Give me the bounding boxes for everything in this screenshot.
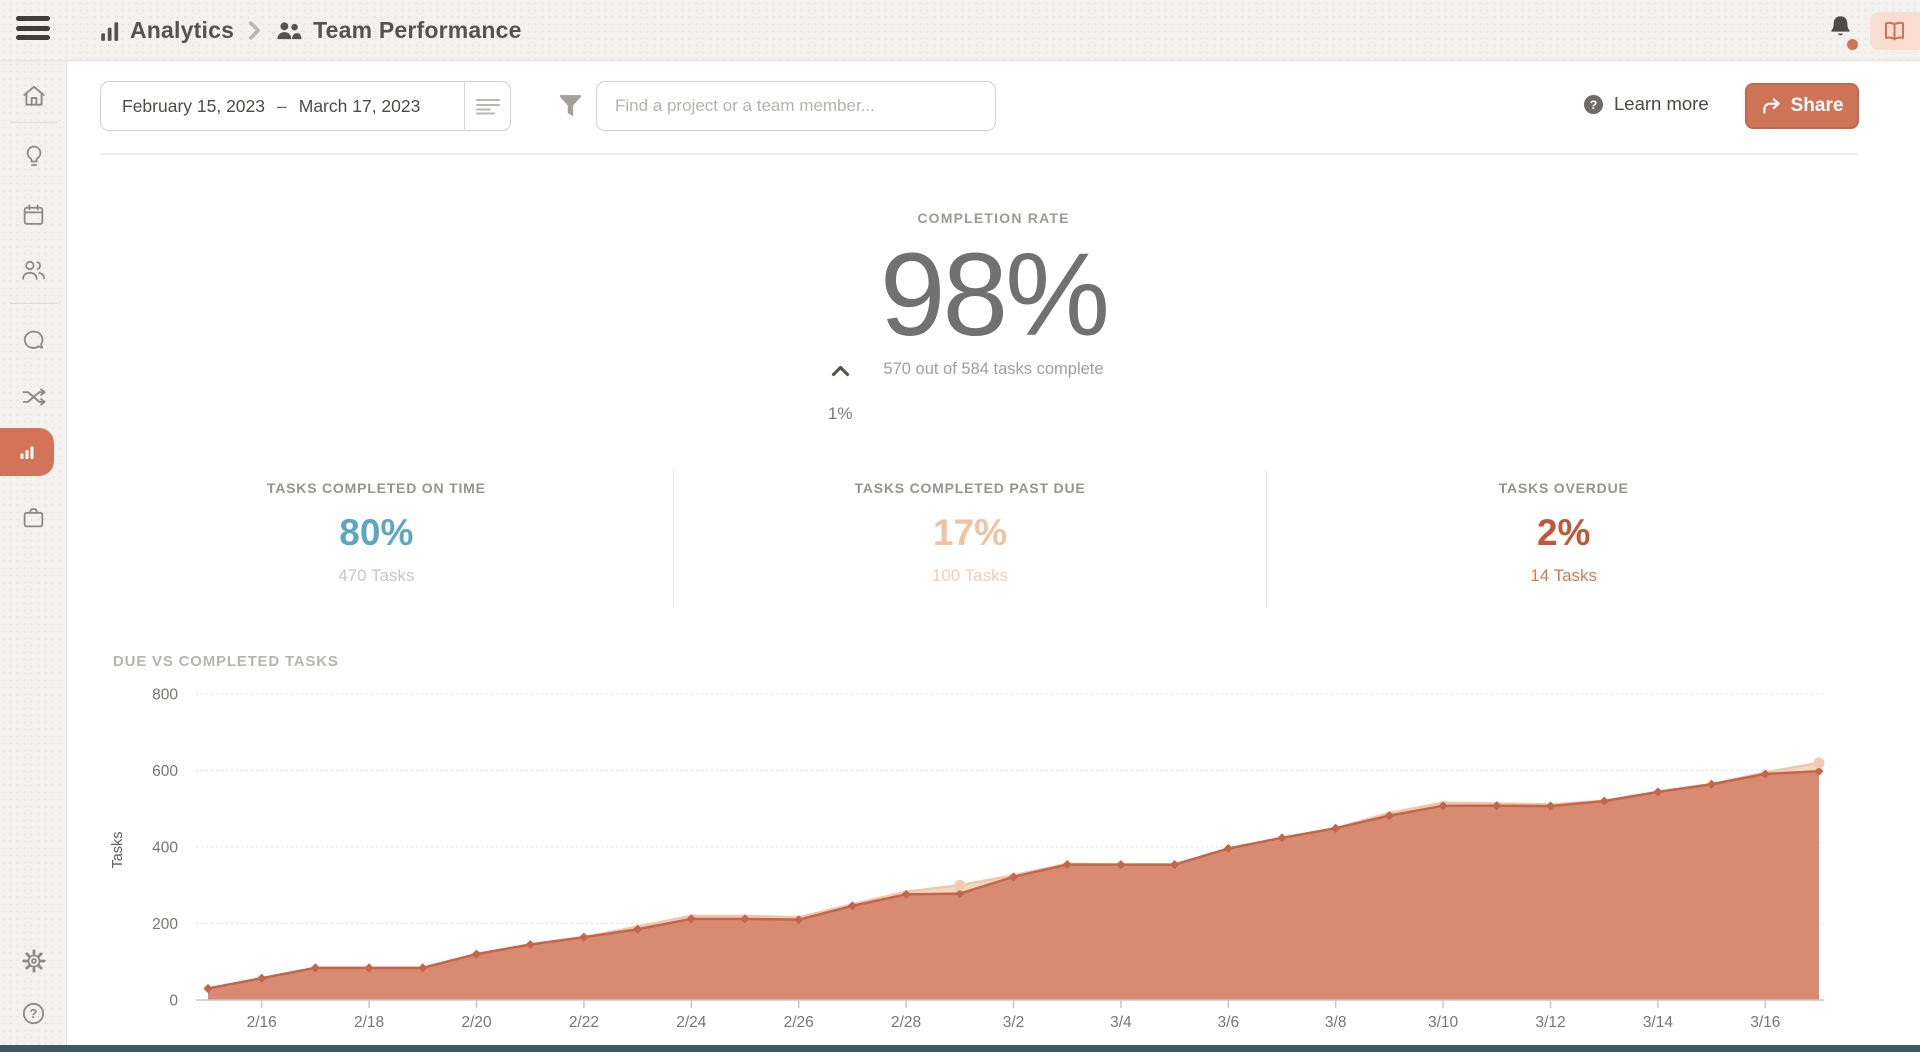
- svg-text:2/28: 2/28: [891, 1014, 921, 1031]
- sidebar-item-projects[interactable]: [0, 497, 67, 537]
- users-icon: [20, 258, 47, 282]
- completion-rate-value: 1% 98%: [880, 234, 1107, 358]
- svg-text:?: ?: [30, 1006, 38, 1021]
- learn-more-label: Learn more: [1614, 93, 1709, 115]
- search-field: [596, 81, 996, 131]
- open-book-icon: [1881, 18, 1908, 44]
- sidebar-item-help[interactable]: ?: [0, 993, 67, 1033]
- breadcrumb-page: Team Performance: [313, 17, 522, 44]
- share-icon: [1761, 97, 1782, 116]
- lightbulb-icon: [22, 144, 46, 170]
- svg-text:2/24: 2/24: [676, 1014, 707, 1031]
- breadcrumb: Analytics Team Performance: [100, 0, 522, 61]
- analytics-icon: [15, 440, 39, 464]
- svg-text:2/22: 2/22: [569, 1014, 599, 1031]
- chevron-up-icon: [831, 337, 850, 377]
- hamburger-menu-icon[interactable]: [16, 16, 50, 44]
- svg-text:200: 200: [152, 916, 178, 933]
- svg-text:2/18: 2/18: [354, 1014, 384, 1031]
- bar-chart-icon: [100, 20, 120, 42]
- notifications-button[interactable]: [1827, 14, 1854, 48]
- date-range-end: March 17, 2023: [299, 96, 421, 117]
- date-range-dash: –: [265, 96, 299, 117]
- question-circle-icon: ?: [1583, 94, 1604, 115]
- svg-text:3/14: 3/14: [1643, 1014, 1674, 1031]
- team-icon: [275, 20, 303, 42]
- svg-text:2/20: 2/20: [461, 1014, 492, 1031]
- breadcrumb-section[interactable]: Analytics: [130, 17, 234, 44]
- sidebar-item-messages[interactable]: [0, 320, 67, 360]
- tasks-chart-svg[interactable]: 0 200 400 600 800 2/16 2/18 2/20 2/22 2/24 2/26 2/2…: [100, 668, 1860, 1052]
- completion-rate-title: COMPLETION RATE: [67, 210, 1920, 226]
- share-label: Share: [1791, 95, 1844, 117]
- chat-bubble-icon: [21, 328, 46, 353]
- svg-text:3/10: 3/10: [1428, 1014, 1459, 1031]
- date-range-picker[interactable]: February 15, 2023 – March 17, 2023: [100, 81, 511, 131]
- sidebar-item-settings[interactable]: [0, 941, 67, 981]
- svg-text:3/8: 3/8: [1325, 1014, 1347, 1031]
- svg-text:0: 0: [169, 993, 178, 1010]
- svg-text:Tasks: Tasks: [110, 831, 126, 868]
- stat-completed-on-time: TASKS COMPLETED ON TIME 80% 470 Tasks: [80, 470, 673, 608]
- share-button[interactable]: Share: [1745, 83, 1859, 129]
- svg-text:2/16: 2/16: [247, 1014, 277, 1031]
- sidebar-divider: [10, 122, 57, 123]
- guide-button[interactable]: [1870, 12, 1920, 50]
- date-range-start: February 15, 2023: [101, 96, 265, 117]
- stats-row: TASKS COMPLETED ON TIME 80% 470 Tasks TA…: [80, 470, 1860, 608]
- svg-text:3/6: 3/6: [1218, 1014, 1240, 1031]
- briefcase-icon: [21, 505, 46, 530]
- window-bottom-edge: [0, 1045, 1920, 1052]
- sidebar-nav: ?: [0, 61, 67, 1045]
- shuffle-icon: [21, 386, 47, 408]
- stat-overdue: TASKS OVERDUE 2% 14 Tasks: [1267, 470, 1860, 608]
- svg-text:3/16: 3/16: [1750, 1014, 1780, 1031]
- notification-badge: [1847, 39, 1858, 50]
- svg-text:2/26: 2/26: [784, 1014, 814, 1031]
- svg-text:3/2: 3/2: [1003, 1014, 1025, 1031]
- sidebar-item-home[interactable]: [0, 76, 67, 116]
- sidebar-item-analytics[interactable]: [0, 428, 54, 476]
- toolbar-divider: [100, 153, 1858, 155]
- learn-more-link[interactable]: ? Learn more: [1583, 93, 1709, 115]
- chevron-right-icon: [248, 21, 261, 40]
- svg-text:?: ?: [1590, 97, 1598, 111]
- completion-delta: 1%: [828, 276, 853, 423]
- stat-completed-past-due: TASKS COMPLETED PAST DUE 17% 100 Tasks: [673, 470, 1268, 608]
- sidebar-item-shuffle[interactable]: [0, 377, 67, 417]
- calendar-icon: [21, 202, 46, 227]
- home-icon: [21, 83, 47, 109]
- svg-text:600: 600: [152, 763, 178, 780]
- analytics-dashboard: Analytics Team Performance: [0, 0, 1920, 1052]
- date-presets-button[interactable]: [464, 82, 510, 130]
- top-header: Analytics Team Performance: [0, 0, 1920, 61]
- sidebar-item-ideas[interactable]: [0, 137, 67, 177]
- header-actions: [1827, 0, 1920, 61]
- filter-funnel-icon[interactable]: [558, 93, 583, 119]
- completion-subtitle: 570 out of 584 tasks complete: [67, 360, 1920, 379]
- bell-icon: [1827, 14, 1854, 43]
- sidebar-item-team[interactable]: [0, 250, 67, 290]
- completion-delta-value: 1%: [828, 405, 853, 423]
- svg-text:800: 800: [152, 687, 178, 704]
- search-input[interactable]: [596, 81, 996, 131]
- svg-text:3/4: 3/4: [1110, 1014, 1132, 1031]
- svg-text:400: 400: [152, 840, 178, 857]
- sidebar-item-calendar[interactable]: [0, 194, 67, 234]
- sidebar-divider: [10, 303, 57, 304]
- svg-text:3/12: 3/12: [1535, 1014, 1565, 1031]
- gear-icon: [21, 948, 47, 974]
- help-circle-icon: ?: [21, 1001, 46, 1026]
- completion-rate-section: COMPLETION RATE 1% 98% 570 out of 584 ta…: [67, 210, 1920, 379]
